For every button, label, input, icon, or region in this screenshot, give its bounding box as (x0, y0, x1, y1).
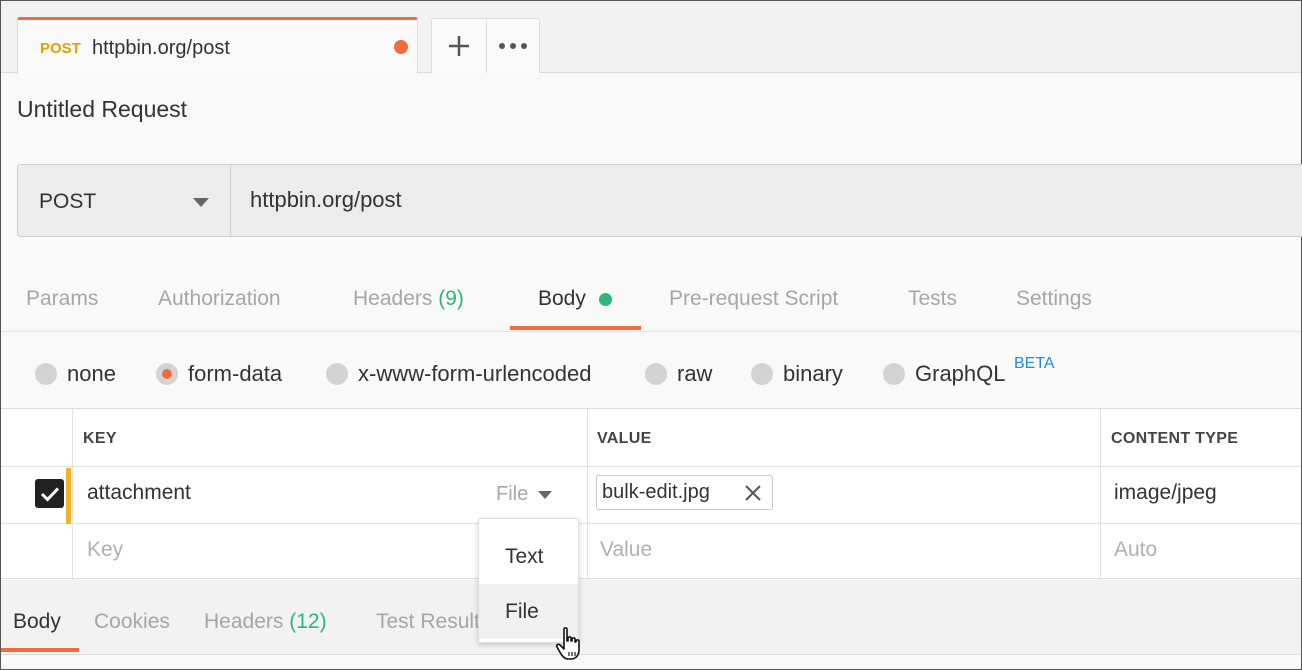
tab-url-label: httpbin.org/post (92, 37, 230, 59)
radio-form-data-label: form-data (188, 361, 283, 386)
more-icon (499, 43, 527, 49)
response-tab-test-results[interactable]: Test Results (376, 610, 490, 634)
beta-badge: BETA (1014, 355, 1055, 372)
radio-circle-icon (326, 363, 348, 385)
content-type-input-empty[interactable]: Auto (1114, 538, 1157, 562)
response-tab-bar (1, 580, 1301, 655)
divider (1100, 409, 1101, 580)
caret-down-icon (538, 490, 553, 499)
column-header-key: KEY (83, 430, 117, 447)
radio-urlencoded-label: x-www-form-urlencoded (358, 361, 592, 386)
hand-cursor-icon (555, 627, 580, 660)
radio-selected-icon (156, 363, 178, 385)
request-tab[interactable]: POST httpbin.org/post (17, 17, 418, 74)
plus-icon (449, 36, 469, 56)
tab-tests[interactable]: Tests (908, 287, 957, 311)
divider (1, 331, 1301, 332)
radio-none-label: none (67, 361, 116, 386)
divider (587, 409, 588, 580)
column-header-value: VALUE (597, 430, 652, 447)
url-bar: POST httpbin.org/post (17, 164, 1302, 237)
tab-authorization[interactable]: Authorization (158, 287, 281, 311)
key-type-select[interactable]: File (496, 483, 553, 506)
radio-none[interactable]: none (35, 361, 116, 387)
remove-file-icon[interactable] (743, 483, 763, 503)
response-tab-headers-label: Headers (204, 610, 284, 633)
radio-raw-label: raw (677, 361, 713, 386)
active-tab-indicator (1, 648, 79, 652)
caret-down-icon (193, 198, 209, 207)
response-tab-cookies[interactable]: Cookies (94, 610, 170, 634)
radio-urlencoded[interactable]: x-www-form-urlencoded (326, 361, 592, 387)
menu-item-text[interactable]: Text (479, 529, 578, 584)
type-dropdown-menu: Text File (478, 518, 579, 643)
body-active-dot-icon (599, 293, 612, 306)
radio-circle-icon (645, 363, 667, 385)
column-header-content-type: CONTENT TYPE (1111, 430, 1239, 447)
radio-graphql[interactable]: GraphQL (883, 361, 1006, 387)
key-input-empty[interactable]: Key (87, 538, 123, 562)
method-select[interactable]: POST (18, 165, 231, 236)
file-name: bulk-edit.jpg (602, 481, 710, 503)
radio-raw[interactable]: raw (645, 361, 712, 387)
row-active-marker (66, 468, 71, 524)
checkmark-icon (40, 486, 59, 502)
tab-settings[interactable]: Settings (1016, 287, 1092, 311)
new-tab-button[interactable] (431, 18, 487, 73)
radio-circle-icon (751, 363, 773, 385)
response-tab-body[interactable]: Body (13, 610, 61, 634)
unsaved-dot-icon (394, 40, 408, 54)
divider (72, 409, 73, 580)
divider (1, 466, 1301, 467)
tab-method-label: POST (40, 40, 81, 57)
url-input[interactable]: httpbin.org/post (250, 187, 402, 213)
tab-headers-count: (9) (438, 287, 464, 310)
radio-form-data[interactable]: form-data (156, 361, 282, 387)
content-type-input[interactable]: image/jpeg (1114, 481, 1217, 505)
response-tab-headers-count: (12) (289, 610, 327, 633)
radio-graphql-label: GraphQL (915, 361, 1006, 386)
tab-prerequest-script[interactable]: Pre-request Script (669, 287, 838, 311)
radio-circle-icon (35, 363, 57, 385)
method-select-label: POST (39, 190, 97, 213)
response-tab-headers[interactable]: Headers (12) (204, 610, 327, 634)
radio-circle-icon (883, 363, 905, 385)
tab-params[interactable]: Params (26, 287, 98, 311)
tab-headers[interactable]: Headers (9) (353, 287, 464, 311)
divider (1, 523, 1301, 524)
radio-binary[interactable]: binary (751, 361, 843, 387)
file-chip: bulk-edit.jpg (596, 475, 773, 510)
tab-headers-label: Headers (353, 287, 433, 310)
row-checkbox[interactable] (35, 479, 64, 508)
radio-binary-label: binary (783, 361, 843, 386)
key-type-label: File (496, 483, 529, 505)
value-input-empty[interactable]: Value (600, 538, 652, 562)
key-input[interactable]: attachment (87, 481, 191, 505)
active-tab-indicator (510, 326, 641, 330)
request-title[interactable]: Untitled Request (17, 96, 187, 123)
more-tabs-button[interactable] (486, 18, 540, 73)
tab-body[interactable]: Body (538, 287, 586, 311)
